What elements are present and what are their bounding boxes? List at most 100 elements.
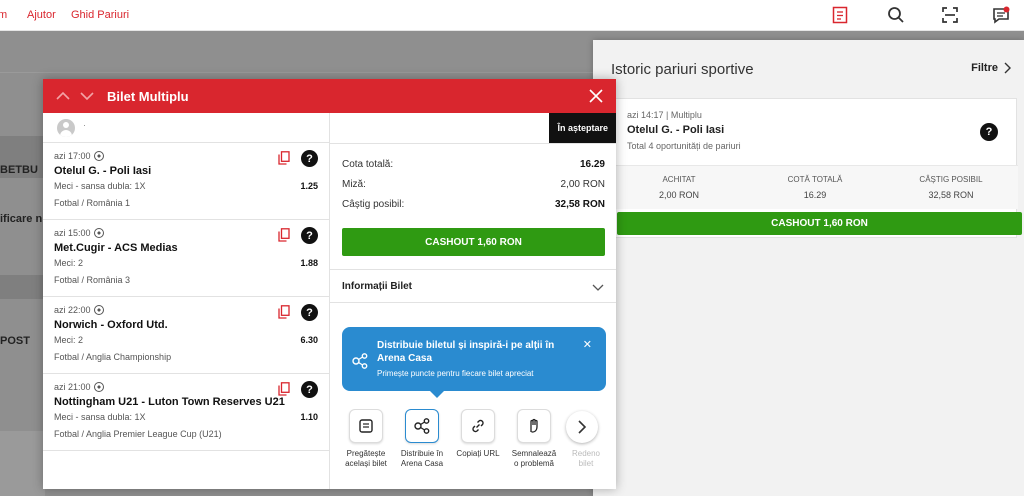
market-name: Meci: 2 — [54, 335, 84, 345]
prepare-same-ticket-button[interactable]: Pregătește același bilet — [338, 409, 394, 469]
odd-value: 6.30 — [300, 335, 318, 345]
copy-icon[interactable] — [278, 305, 290, 319]
selections-column: · azi 17:00 Otelul G. - Poli Iasi Meci - s… — [43, 113, 330, 489]
help-icon[interactable]: ? — [980, 123, 998, 141]
history-title: Istoric pariuri sportive — [611, 61, 754, 78]
match-name[interactable]: Otelul G. - Poli Iasi — [54, 165, 151, 177]
league-name: Fotbal / Anglia Championship — [54, 352, 172, 362]
market-name: Meci: 2 — [54, 258, 84, 268]
league-name: Fotbal / România 1 — [54, 198, 131, 208]
bg-label: POST — [0, 335, 30, 347]
odd-value: 1.10 — [300, 412, 318, 422]
scan-ticket-icon[interactable] — [941, 6, 959, 24]
football-icon — [93, 382, 104, 392]
match-name[interactable]: Nottingham U21 - Luton Town Reserves U21 — [54, 396, 285, 408]
league-name: Fotbal / Anglia Premier League Cup (U21) — [54, 429, 222, 439]
event-time: azi 21:00 — [54, 382, 104, 392]
user-name: · — [83, 120, 86, 130]
bet-slip-modal: Bilet Multiplu · azi 17:00 Otelul G. - Po… — [43, 79, 616, 489]
share-network-icon — [352, 353, 368, 369]
status-badge: În așteptare — [549, 113, 616, 143]
possible-win-label: CÂȘTIG POSIBIL — [919, 175, 983, 184]
link-icon — [472, 419, 484, 433]
total-odds-value: 16.29 — [579, 159, 605, 170]
betslip-icon[interactable] — [831, 6, 849, 24]
nav-link-help[interactable]: Ajutor — [27, 9, 56, 21]
scroll-actions-button[interactable] — [566, 411, 598, 443]
top-bar: m Ajutor Ghid Pariuri — [0, 0, 1024, 31]
nav-link-guide[interactable]: Ghid Pariuri — [71, 9, 129, 21]
football-icon — [93, 151, 104, 161]
bet-meta: azi 14:17 | Multiplu — [627, 110, 702, 120]
hand-raise-icon — [530, 418, 538, 433]
football-icon — [93, 305, 104, 315]
copy-icon[interactable] — [278, 151, 290, 165]
possible-win-label: Câștig posibil: — [342, 199, 405, 210]
help-icon[interactable]: ? — [301, 304, 318, 321]
bg-label: BETBU — [0, 164, 38, 176]
history-cashout-button[interactable]: CASHOUT 1,60 RON — [617, 212, 1022, 235]
close-icon[interactable] — [588, 88, 604, 104]
help-icon[interactable]: ? — [301, 381, 318, 398]
ticket-info-label: Informații Bilet — [342, 281, 413, 292]
market-name: Meci - sansa dubla: 1X — [54, 412, 146, 422]
bet-history-panel: Istoric pariuri sportive Filtre azi 14:1… — [593, 40, 1024, 496]
stake-label: Miză: — [342, 179, 366, 190]
bet-summary-columns: ACHITAT 2,00 RON COTĂ TOTALĂ 16.29 CÂȘTIG … — [612, 165, 1018, 209]
event-time: azi 17:00 — [54, 151, 104, 161]
chevron-down-icon — [592, 284, 604, 291]
bet-match: Otelul G. - Poli Iasi — [627, 124, 725, 136]
possible-win-value: 32,58 RON — [928, 190, 974, 200]
user-row: · — [43, 113, 330, 143]
filter-button[interactable]: Filtre — [971, 62, 1012, 74]
stake-value: 2,00 RON — [560, 179, 605, 190]
share-subtitle: Primește puncte pentru fiecare bilet apr… — [377, 369, 534, 378]
selection-row: azi 17:00 Otelul G. - Poli Iasi Meci - san… — [43, 143, 330, 220]
event-time: azi 22:00 — [54, 305, 104, 315]
chevron-down-icon[interactable] — [79, 88, 95, 104]
share-title: Distribuie biletul și inspiră-i pe alții… — [377, 340, 555, 364]
selection-row: azi 15:00 Met.Cugir - ACS Medias Meci: 2 1.… — [43, 220, 330, 297]
football-icon — [93, 228, 104, 238]
total-odds-value: 16.29 — [803, 190, 827, 200]
modal-title: Bilet Multiplu — [107, 89, 189, 104]
chevron-right-icon — [1004, 62, 1011, 74]
report-problem-button[interactable]: Semnalează o problemă — [506, 409, 562, 469]
bg-label: ificare n — [0, 213, 43, 225]
share-arena-button[interactable]: Distribuie în Arena Casa — [394, 409, 450, 469]
total-odds-label: Cota totală: — [342, 159, 394, 170]
chevron-right-icon — [578, 420, 587, 434]
possible-win-value: 32,58 RON — [554, 199, 605, 210]
ticket-copy-icon — [359, 419, 373, 433]
paid-label: ACHITAT — [662, 175, 696, 184]
search-icon[interactable] — [887, 6, 905, 24]
copy-icon[interactable] — [278, 382, 290, 396]
league-name: Fotbal / România 3 — [54, 275, 131, 285]
selection-row: azi 21:00 Nottingham U21 - Luton Town Res… — [43, 374, 330, 451]
match-name[interactable]: Met.Cugir - ACS Medias — [54, 242, 178, 254]
avatar — [57, 119, 75, 137]
help-icon[interactable]: ? — [301, 150, 318, 167]
cashout-button[interactable]: CASHOUT 1,60 RON — [342, 228, 605, 256]
ticket-summary-column: În așteptare Cota totală: 16.29 Miză: 2,… — [330, 113, 616, 489]
market-name: Meci - sansa dubla: 1X — [54, 181, 146, 191]
share-network-icon — [414, 418, 430, 434]
help-icon[interactable]: ? — [301, 227, 318, 244]
share-promo-banner[interactable]: Distribuie biletul și inspiră-i pe alții… — [342, 327, 606, 398]
selection-row: azi 22:00 Norwich - Oxford Utd. Meci: 2 6.3… — [43, 297, 330, 374]
close-icon[interactable]: ✕ — [583, 338, 592, 351]
chevron-up-icon[interactable] — [55, 88, 71, 104]
odd-value: 1.25 — [300, 181, 318, 191]
copy-url-button[interactable]: Copiați URL — [450, 409, 506, 459]
messages-icon[interactable] — [992, 6, 1010, 24]
odd-value: 1.88 — [300, 258, 318, 268]
total-odds-label: COTĂ TOTALĂ — [787, 175, 843, 184]
match-name[interactable]: Norwich - Oxford Utd. — [54, 319, 168, 331]
bet-total-opportunities: Total 4 oportunități de pariuri — [627, 141, 741, 151]
ticket-actions: Pregătește același bilet Distribuie în Are… — [338, 409, 614, 489]
nav-link-m[interactable]: m — [0, 9, 7, 21]
modal-header: Bilet Multiplu — [43, 79, 616, 113]
ticket-info-toggle[interactable]: Informații Bilet — [330, 269, 616, 303]
copy-icon[interactable] — [278, 228, 290, 242]
paid-value: 2,00 RON — [658, 190, 700, 200]
